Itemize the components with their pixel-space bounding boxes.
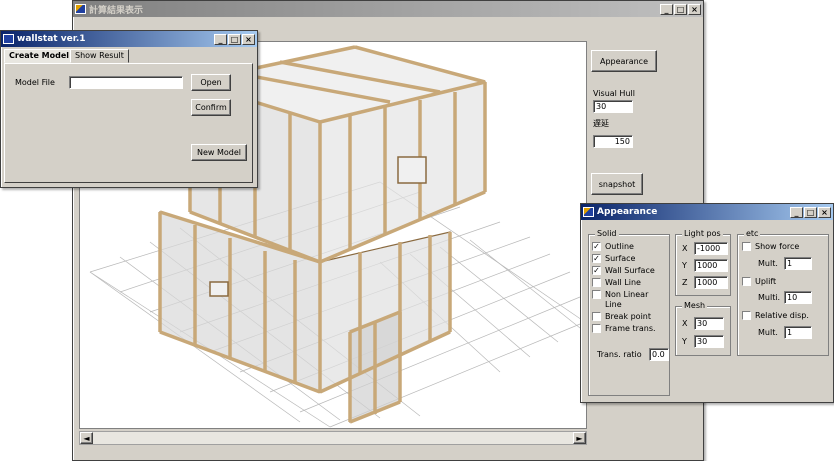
maximize-button[interactable]: □	[674, 3, 687, 15]
relative-disp-mult-field[interactable]: 1	[784, 326, 812, 339]
show-force-label: Show force	[755, 242, 800, 251]
confirm-button[interactable]: Confirm	[191, 99, 231, 116]
horizontal-scrollbar[interactable]: ◄ ►	[79, 431, 587, 445]
wall-surface-label: Wall Surface	[605, 266, 655, 275]
outline-label: Outline	[605, 242, 634, 251]
scroll-right-button[interactable]: ►	[573, 432, 586, 444]
app-icon	[75, 4, 86, 14]
light-y-field[interactable]: 1000	[694, 259, 728, 272]
break-point-label: Break point	[605, 312, 652, 321]
visual-hull-field[interactable]: 30	[593, 100, 633, 113]
appearance-window: Appearance _ □ × Solid ✓ Outline ✓ Surfa…	[580, 203, 834, 403]
checkbox-relative-disp[interactable]	[742, 311, 751, 320]
appearance-titlebar[interactable]: Appearance _ □ ×	[581, 204, 833, 220]
appearance-title: Appearance	[597, 207, 658, 217]
model-file-field[interactable]	[69, 76, 183, 89]
mesh-group: Mesh X 30 Y 30	[675, 301, 731, 356]
uplift-label: Uplift	[755, 277, 777, 286]
checkbox-show-force[interactable]	[742, 242, 751, 251]
checkbox-frame-trans[interactable]	[592, 324, 601, 333]
relative-disp-label: Relative disp.	[755, 311, 809, 320]
appearance-button[interactable]: Appearance	[591, 50, 657, 72]
light-x-label: X	[682, 244, 688, 253]
line-label: Line	[605, 300, 622, 309]
surface-label: Surface	[605, 254, 636, 263]
light-z-label: Z	[682, 278, 688, 287]
mesh-x-field[interactable]: 30	[694, 317, 724, 330]
wallstat-titlebar[interactable]: wallstat ver.1 _ □ ×	[1, 31, 257, 47]
mesh-y-field[interactable]: 30	[694, 335, 724, 348]
light-z-field[interactable]: 1000	[694, 276, 728, 289]
solid-group-title: Solid	[595, 229, 619, 238]
wallstat-close-button[interactable]: ×	[242, 33, 255, 45]
mesh-x-label: X	[682, 319, 688, 328]
checkbox-uplift[interactable]	[742, 277, 751, 286]
visual-hull-label: Visual Hull	[593, 89, 635, 98]
create-model-panel: Model File Open Confirm New Model	[4, 63, 253, 183]
wallstat-window: wallstat ver.1 _ □ × Create Model Show R…	[0, 30, 258, 188]
trans-ratio-label: Trans. ratio	[597, 350, 642, 359]
uplift-mult-label: Multi.	[758, 293, 781, 302]
wallstat-minimize-button[interactable]: _	[214, 33, 227, 45]
checkbox-surface[interactable]: ✓	[592, 254, 601, 263]
show-force-mult-label: Mult.	[758, 259, 778, 268]
snapshot-button[interactable]: snapshot	[591, 173, 643, 195]
etc-group: etc Show force Mult. 1 Uplift Multi. 10 …	[737, 229, 829, 356]
appearance-app-icon	[583, 207, 594, 217]
tab-create-model[interactable]: Create Model	[4, 49, 75, 63]
show-force-mult-field[interactable]: 1	[784, 257, 812, 270]
wall-line-label: Wall Line	[605, 278, 641, 287]
relative-disp-mult-label: Mult.	[758, 328, 778, 337]
checkbox-wall-surface[interactable]: ✓	[592, 266, 601, 275]
appearance-close-button[interactable]: ×	[818, 206, 831, 218]
light-pos-group: Light pos X -1000 Y 1000 Z 1000	[675, 229, 731, 296]
light-x-field[interactable]: -1000	[694, 242, 728, 255]
delay-label: 遅延	[593, 119, 609, 128]
solid-group: Solid ✓ Outline ✓ Surface ✓ Wall Surface…	[588, 229, 670, 396]
tab-show-result[interactable]: Show Result	[70, 49, 129, 63]
mesh-y-label: Y	[682, 337, 687, 346]
light-y-label: Y	[682, 261, 687, 270]
trans-ratio-field[interactable]: 0.0	[649, 348, 669, 361]
appearance-maximize-button[interactable]: □	[804, 206, 817, 218]
appearance-minimize-button[interactable]: _	[790, 206, 803, 218]
main-window-titlebar[interactable]: 計算結果表示 _ □ ×	[73, 1, 703, 17]
light-pos-title: Light pos	[682, 229, 723, 238]
open-button[interactable]: Open	[191, 74, 231, 91]
scroll-left-button[interactable]: ◄	[80, 432, 93, 444]
mesh-title: Mesh	[682, 301, 708, 310]
wallstat-maximize-button[interactable]: □	[228, 33, 241, 45]
wallstat-title: wallstat ver.1	[17, 34, 86, 44]
checkbox-break-point[interactable]	[592, 312, 601, 321]
wallstat-app-icon	[3, 34, 14, 44]
minimize-button[interactable]: _	[660, 3, 673, 15]
main-window-title: 計算結果表示	[89, 5, 144, 16]
close-button[interactable]: ×	[688, 3, 701, 15]
uplift-mult-field[interactable]: 10	[784, 291, 812, 304]
delay-field[interactable]: 150	[593, 135, 633, 148]
model-file-label: Model File	[15, 78, 55, 87]
etc-title: etc	[744, 229, 761, 238]
checkbox-outline[interactable]: ✓	[592, 242, 601, 251]
checkbox-non-linear[interactable]	[592, 290, 601, 299]
new-model-button[interactable]: New Model	[191, 144, 247, 161]
non-linear-label: Non Linear	[605, 290, 649, 299]
frame-trans-label: Frame trans.	[605, 324, 656, 333]
checkbox-wall-line[interactable]	[592, 278, 601, 287]
